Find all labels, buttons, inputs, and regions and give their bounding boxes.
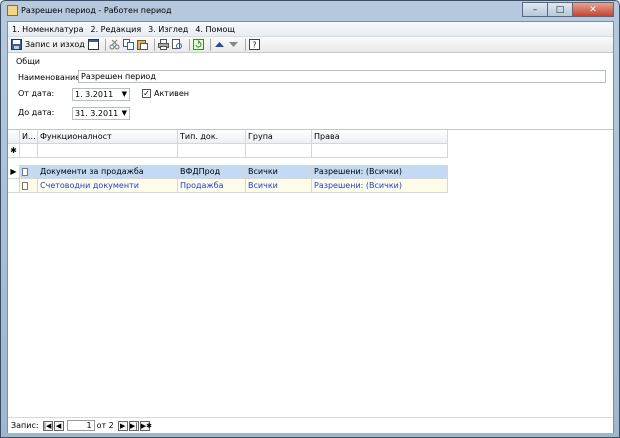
minimize-button[interactable]: – bbox=[522, 2, 547, 17]
print-button[interactable] bbox=[157, 38, 169, 51]
new-row-cell[interactable] bbox=[312, 144, 448, 158]
toolbar-separator bbox=[244, 38, 246, 51]
copy-button[interactable] bbox=[122, 38, 134, 51]
new-row-cell[interactable] bbox=[38, 144, 178, 158]
column-header-doc-type[interactable]: Тип. док. bbox=[178, 130, 246, 144]
column-header-icon[interactable]: И... bbox=[20, 130, 38, 144]
to-date-picker[interactable]: 31. 3.2011 ▼ bbox=[72, 107, 130, 120]
save-and-exit-label: Запис и изход bbox=[25, 40, 85, 49]
current-record-input[interactable]: 1 bbox=[66, 420, 95, 431]
column-header-function[interactable]: Функционалност bbox=[38, 130, 178, 144]
chevron-down-icon[interactable]: ▼ bbox=[122, 108, 127, 119]
permissions-grid: И... Функционалност Тип. док. Група Прав… bbox=[8, 129, 613, 415]
current-row-marker: ▶ bbox=[8, 165, 20, 179]
record-count-label: от 2 bbox=[96, 421, 114, 430]
rights-cell[interactable]: Разрешени: (Всички) bbox=[312, 179, 448, 193]
row-header bbox=[8, 179, 20, 193]
from-date-picker[interactable]: 1. 3.2011 ▼ bbox=[72, 88, 130, 101]
window-title: Разрешен период - Работен период bbox=[21, 6, 172, 15]
save-icon bbox=[11, 39, 22, 50]
table-row[interactable]: ▶ Документи за продажба ВФДПрод Всички Р… bbox=[8, 165, 448, 179]
minimize-icon: – bbox=[532, 4, 538, 15]
general-group-label: Общи bbox=[16, 57, 40, 66]
toolbar-separator bbox=[209, 38, 211, 51]
group-cell[interactable]: Всички bbox=[246, 165, 312, 179]
name-field[interactable]: Разрешен период bbox=[78, 70, 606, 83]
new-row-marker: ✱ bbox=[8, 144, 20, 158]
menu-help[interactable]: 4. Помощ bbox=[195, 25, 235, 34]
function-cell[interactable]: Документи за продажба bbox=[38, 165, 178, 179]
grid-header-row: И... Функционалност Тип. док. Група Прав… bbox=[8, 130, 448, 144]
to-date-value: 31. 3.2011 bbox=[75, 109, 119, 118]
close-button[interactable]: ✕ bbox=[572, 2, 614, 17]
record-navigator: Запис: |◀ ◀ 1 от 2 ▶ ▶| ▶✱ bbox=[8, 417, 613, 433]
from-date-label: От дата: bbox=[18, 89, 55, 98]
toolbar: Запис и изход ? bbox=[8, 37, 613, 53]
menu-bar: 1. Номенклатура 2. Редакция 3. Изглед 4.… bbox=[8, 22, 613, 37]
new-row-cell[interactable] bbox=[246, 144, 312, 158]
new-row[interactable]: ✱ bbox=[8, 144, 448, 158]
copy-icon bbox=[122, 39, 134, 50]
menu-edit[interactable]: 2. Редакция bbox=[91, 25, 142, 34]
new-row-cell[interactable] bbox=[20, 144, 38, 158]
document-icon bbox=[20, 179, 38, 193]
maximize-button[interactable]: □ bbox=[547, 2, 572, 17]
application-window: Разрешен период - Работен период – □ ✕ 1… bbox=[0, 0, 620, 438]
table-row[interactable]: Счетоводни документи Продажба Всички Раз… bbox=[8, 179, 448, 193]
document-icon bbox=[20, 165, 38, 179]
chevron-down-icon[interactable]: ▼ bbox=[122, 89, 127, 100]
previous-record-icon[interactable]: ◀ bbox=[53, 420, 64, 431]
move-down-button[interactable] bbox=[228, 38, 239, 51]
menu-view[interactable]: 3. Изглед bbox=[148, 25, 188, 34]
rights-cell[interactable]: Разрешени: (Всички) bbox=[312, 165, 448, 179]
toolbar-separator bbox=[153, 38, 155, 51]
print-icon bbox=[157, 39, 169, 50]
new-record-icon[interactable]: ▶✱ bbox=[139, 420, 152, 431]
help-button[interactable]: ? bbox=[248, 38, 260, 51]
name-label: Наименование bbox=[18, 73, 81, 82]
close-icon: ✕ bbox=[589, 4, 597, 15]
menu-nomenclature[interactable]: 1. Номенклатура bbox=[12, 25, 84, 34]
last-record-icon[interactable]: ▶| bbox=[128, 420, 139, 431]
client-area: 1. Номенклатура 2. Редакция 3. Изглед 4.… bbox=[7, 21, 614, 433]
active-label: Активен bbox=[154, 89, 190, 98]
svg-text:?: ? bbox=[252, 41, 256, 50]
help-icon: ? bbox=[248, 39, 260, 50]
paste-button[interactable] bbox=[136, 38, 148, 51]
column-header-rights[interactable]: Права bbox=[312, 130, 448, 144]
down-arrow-icon bbox=[228, 39, 239, 50]
cut-button[interactable] bbox=[109, 38, 120, 51]
row-header-corner bbox=[8, 130, 20, 144]
maximize-icon: □ bbox=[555, 4, 565, 15]
refresh-button[interactable] bbox=[192, 38, 204, 51]
refresh-icon bbox=[192, 39, 204, 50]
paste-icon bbox=[136, 39, 148, 50]
function-cell[interactable]: Счетоводни документи bbox=[38, 179, 178, 193]
group-cell[interactable]: Всички bbox=[246, 179, 312, 193]
new-window-icon bbox=[87, 39, 99, 50]
title-bar[interactable]: Разрешен период - Работен период – □ ✕ bbox=[1, 1, 619, 21]
doc-type-cell[interactable]: Продажба bbox=[178, 179, 246, 193]
from-date-value: 1. 3.2011 bbox=[75, 90, 114, 99]
toolbar-separator bbox=[188, 38, 190, 51]
first-record-icon[interactable]: |◀ bbox=[42, 420, 53, 431]
to-date-label: До дата: bbox=[18, 108, 55, 117]
new-window-button[interactable] bbox=[87, 38, 99, 51]
next-record-icon[interactable]: ▶ bbox=[117, 420, 128, 431]
new-row-cell[interactable] bbox=[178, 144, 246, 158]
cut-icon bbox=[109, 39, 120, 50]
column-header-group[interactable]: Група bbox=[246, 130, 312, 144]
doc-type-cell[interactable]: ВФДПрод bbox=[178, 165, 246, 179]
save-and-exit-button[interactable]: Запис и изход bbox=[11, 38, 85, 51]
record-label: Запис: bbox=[11, 421, 39, 430]
toolbar-separator bbox=[104, 38, 106, 51]
caption-buttons: – □ ✕ bbox=[522, 2, 614, 18]
app-icon bbox=[7, 5, 18, 16]
print-preview-icon bbox=[171, 39, 183, 50]
print-preview-button[interactable] bbox=[171, 38, 183, 51]
active-checkbox[interactable]: ✓ bbox=[142, 89, 151, 98]
move-up-button[interactable] bbox=[214, 38, 225, 51]
up-arrow-icon bbox=[214, 39, 225, 50]
